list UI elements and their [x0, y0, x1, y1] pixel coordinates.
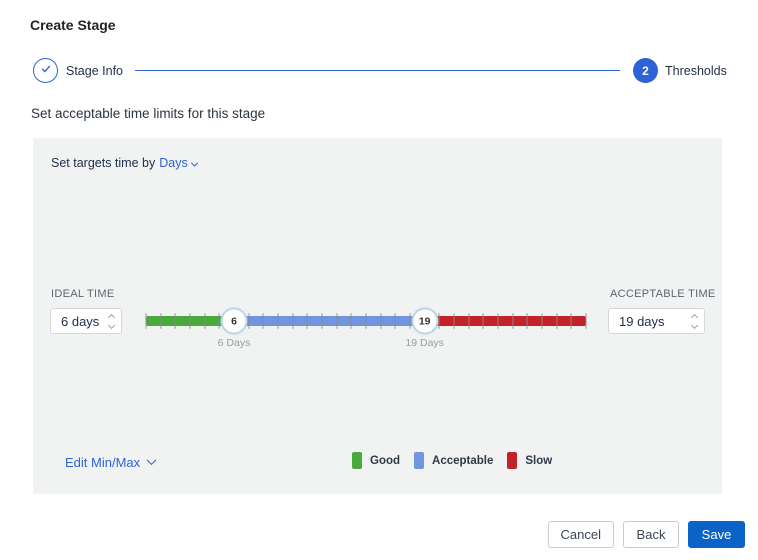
slider-tick [438, 313, 441, 329]
set-targets-row: Set targets time by Days [51, 156, 198, 170]
slider-tick [394, 313, 397, 329]
slider-handle-acceptable[interactable]: 19 [411, 307, 439, 335]
legend-item-acceptable: Acceptable [414, 452, 493, 469]
acceptable-time-stepper [690, 313, 704, 329]
slider-tick [511, 313, 514, 329]
good-swatch [352, 452, 362, 469]
slider-tick [365, 313, 367, 329]
slider-tick [321, 313, 323, 329]
chevron-down-icon[interactable] [190, 156, 198, 170]
step-stage-info-circle[interactable] [33, 58, 58, 83]
legend-label: Slow [525, 454, 553, 467]
section-heading: Set acceptable time limits for this stag… [31, 106, 266, 121]
edit-minmax-toggle[interactable]: Edit Min/Max [65, 454, 157, 470]
slider-segment-slow [424, 316, 586, 326]
save-button[interactable]: Save [688, 521, 745, 548]
step-thresholds-label[interactable]: Thresholds [665, 64, 727, 78]
thresholds-panel: Set targets time by Days IDEAL TIME 6 19… [33, 138, 722, 494]
slider-handle-ideal[interactable]: 6 [220, 307, 248, 335]
chevron-down-icon [146, 454, 157, 465]
slider-tick [277, 313, 279, 329]
ideal-time-stepper [107, 313, 121, 329]
slider-tick [262, 313, 265, 329]
spinner-up-icon[interactable] [107, 313, 116, 321]
slider-tick [247, 313, 250, 329]
slider-tick [570, 313, 573, 329]
acceptable-handle-caption: 19 Days [405, 337, 444, 349]
slider-tick [526, 313, 529, 329]
edit-minmax-label: Edit Min/Max [65, 455, 141, 470]
dialog-footer: Cancel Back Save [547, 521, 745, 548]
slider-tick [203, 313, 206, 329]
slider-tick [145, 313, 147, 329]
slider-tick [585, 313, 587, 329]
ideal-time-value[interactable] [51, 309, 107, 333]
threshold-slider[interactable]: 6 19 6 Days 19 Days [145, 307, 587, 349]
slider-tick [174, 313, 177, 329]
slider-tick [291, 313, 294, 329]
slider-tick [453, 313, 455, 329]
slow-swatch [507, 452, 518, 469]
step-stage-info-label[interactable]: Stage Info [66, 64, 123, 78]
page-title: Create Stage [30, 17, 116, 33]
slider-tick [159, 313, 162, 329]
set-targets-label: Set targets time by [51, 156, 156, 170]
ideal-handle-caption: 6 Days [217, 337, 251, 349]
acceptable-time-input[interactable] [608, 308, 705, 334]
slider-tick [482, 313, 485, 329]
spinner-up-icon[interactable] [690, 313, 699, 321]
slider-tick [189, 313, 191, 329]
legend-item-slow: Slow [507, 452, 552, 469]
acceptable-time-value[interactable] [609, 309, 690, 333]
step-number: 2 [642, 63, 649, 78]
cancel-button[interactable]: Cancel [547, 521, 614, 548]
slider-tick [350, 313, 353, 329]
spinner-down-icon[interactable] [690, 321, 699, 329]
ideal-time-label: IDEAL TIME [51, 288, 115, 300]
unit-dropdown[interactable]: Days [159, 156, 187, 170]
legend-item-good: Good [352, 452, 400, 469]
acceptable-swatch [414, 452, 425, 469]
slider-legend: Good Acceptable Slow [352, 452, 552, 469]
slider-tick [541, 313, 543, 329]
slider-tick [379, 313, 382, 329]
slider-tick [497, 313, 499, 329]
legend-label: Good [370, 454, 401, 467]
slider-tick [335, 313, 338, 329]
create-stage-dialog: Create Stage Stage Info 2 Thresholds Set… [0, 0, 758, 560]
back-button[interactable]: Back [623, 521, 679, 548]
legend-label: Acceptable [432, 454, 494, 467]
stepper-connector [135, 70, 620, 71]
slider-tick [555, 313, 558, 329]
ideal-time-input[interactable] [50, 308, 122, 334]
spinner-down-icon[interactable] [107, 321, 116, 329]
slider-tick [306, 313, 309, 329]
step-thresholds-circle[interactable]: 2 [633, 58, 658, 83]
slider-tick [467, 313, 470, 329]
check-icon [40, 62, 52, 80]
acceptable-time-label: ACCEPTABLE TIME [610, 288, 716, 300]
